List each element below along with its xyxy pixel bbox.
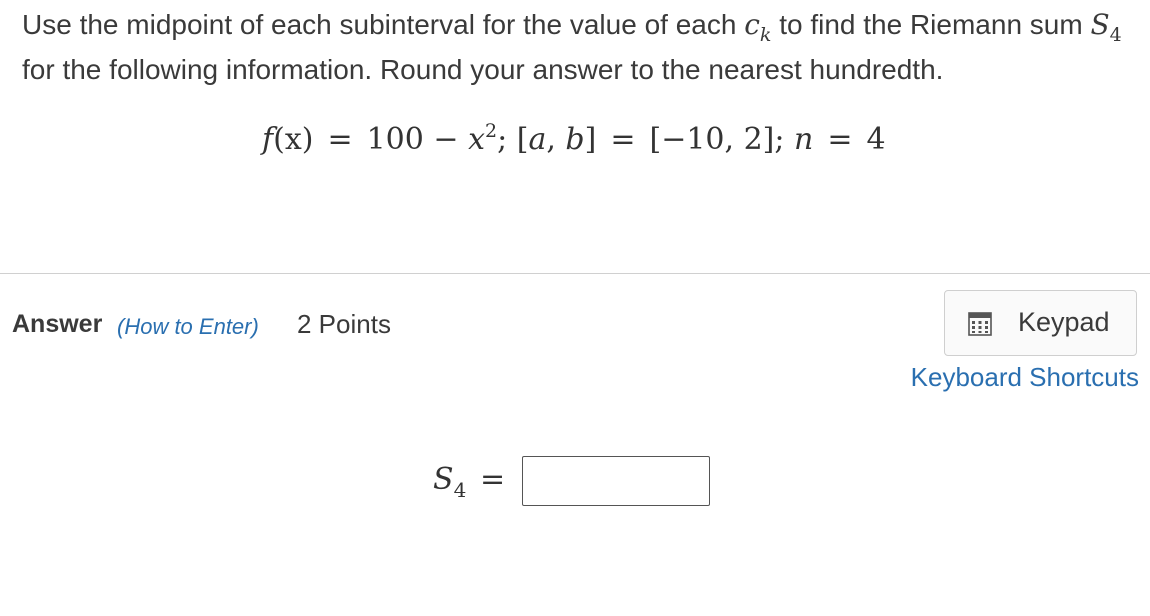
section-divider	[0, 273, 1150, 274]
keypad-button[interactable]: Keypad	[944, 290, 1137, 356]
equals-sign: =	[480, 462, 506, 497]
answer-label: Answer	[12, 310, 103, 338]
keypad-grid-icon	[968, 312, 992, 336]
question-part1: Use the midpoint of each subinterval for…	[22, 9, 737, 40]
how-to-enter-link[interactable]: (How to Enter)	[117, 314, 259, 340]
keyboard-shortcuts-link[interactable]: Keyboard Shortcuts	[911, 362, 1139, 393]
question-text: Use the midpoint of each subinterval for…	[22, 4, 1132, 91]
s4-label: S4	[433, 462, 467, 502]
sum-variable: S4	[1090, 8, 1122, 46]
s4-answer-input[interactable]	[522, 456, 710, 506]
question-part3: for the following information. Round you…	[22, 54, 944, 85]
ck-variable: ck	[744, 8, 772, 46]
points-value: 2 Points	[297, 309, 391, 339]
problem-formula: f(x) = 100 − x2; [a, b] = [−10, 2]; n = 4	[262, 120, 886, 157]
question-part2: to find the Riemann sum	[779, 9, 1083, 40]
keypad-label: Keypad	[1018, 307, 1110, 337]
